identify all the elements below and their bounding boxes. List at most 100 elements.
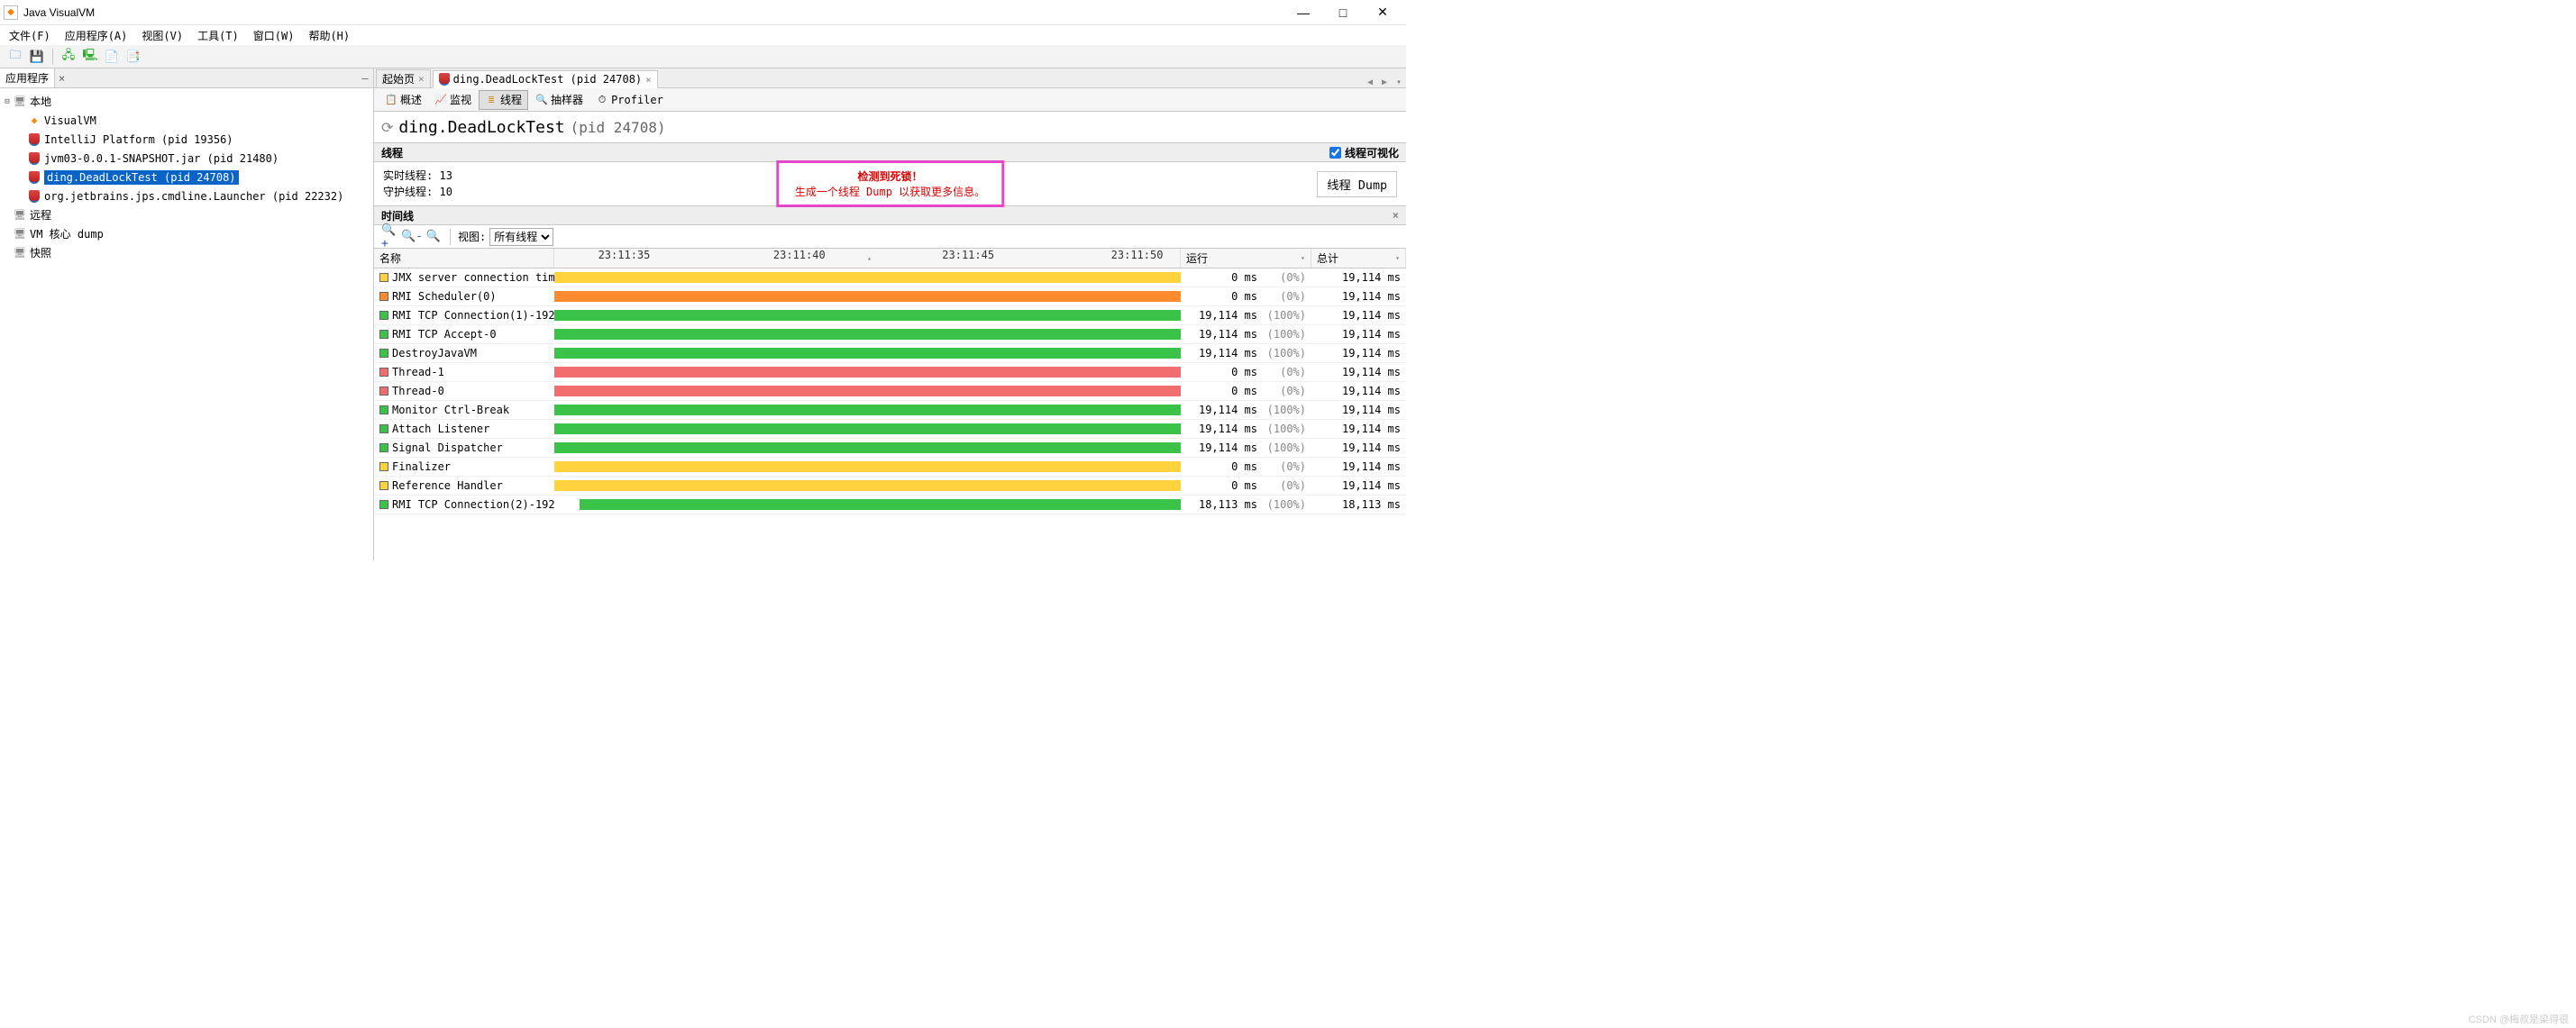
cell-run: 19,114 ms(100%)	[1181, 344, 1311, 362]
tab-scroll-right-icon[interactable]: ▶	[1377, 77, 1392, 87]
table-row[interactable]: DestroyJavaVM19,114 ms(100%)19,114 ms	[374, 344, 1406, 363]
run-pct: (0%)	[1263, 271, 1306, 284]
refresh-icon[interactable]: ⟳	[381, 119, 393, 136]
table-row[interactable]: Reference Handler0 ms(0%)19,114 ms	[374, 477, 1406, 496]
tree-item[interactable]: IntelliJ Platform (pid 19356)	[2, 130, 371, 149]
subtab-monitor[interactable]: 📈监视	[429, 90, 477, 110]
cell-name: Thread-0	[374, 382, 554, 400]
run-pct: (100%)	[1263, 498, 1306, 511]
table-row[interactable]: RMI Scheduler(0)0 ms(0%)19,114 ms	[374, 287, 1406, 306]
tree-root[interactable]: 🖥快照	[2, 243, 371, 262]
toolbar-open-icon[interactable]: 🗀	[5, 47, 25, 67]
window-close-button[interactable]: ✕	[1363, 1, 1402, 24]
table-row[interactable]: Signal Dispatcher19,114 ms(100%)19,114 m…	[374, 439, 1406, 458]
collapse-icon[interactable]: ⊟	[2, 97, 13, 106]
column-timeline[interactable]: ▴ 23:11:35 23:11:40 23:11:45 23:11:50	[554, 249, 1181, 268]
cell-total: 19,114 ms	[1311, 363, 1406, 381]
table-row[interactable]: RMI TCP Accept-019,114 ms(100%)19,114 ms	[374, 325, 1406, 344]
thread-name: RMI TCP Connection(1)-192.…	[392, 309, 554, 322]
column-run[interactable]: 运行 ▾	[1181, 249, 1311, 268]
thread-name: RMI TCP Connection(2)-192.…	[392, 498, 554, 511]
subtab-overview[interactable]: 📋概述	[379, 90, 427, 110]
tree-item[interactable]: ding.DeadLockTest (pid 24708)	[2, 168, 371, 186]
thread-state-swatch	[379, 405, 388, 414]
run-pct: (100%)	[1263, 309, 1306, 322]
cell-total: 19,114 ms	[1311, 325, 1406, 343]
tree-item[interactable]: ◆VisualVM	[2, 111, 371, 130]
applications-tree[interactable]: ⊟ 🖥 本地 ◆VisualVMIntelliJ Platform (pid 1…	[0, 88, 373, 560]
tab-close-icon[interactable]: ×	[645, 74, 652, 86]
menu-applications[interactable]: 应用程序(A)	[59, 26, 133, 45]
thread-name: Reference Handler	[392, 479, 503, 492]
table-row[interactable]: RMI TCP Connection(1)-192.…19,114 ms(100…	[374, 306, 1406, 325]
subtab-profiler[interactable]: ⏱Profiler	[590, 90, 669, 110]
applications-panel-minimize-icon[interactable]: —	[357, 72, 373, 85]
cell-timeline	[554, 325, 1181, 343]
cell-timeline	[554, 477, 1181, 495]
menu-file[interactable]: 文件(F)	[4, 26, 56, 45]
thread-state-bar	[554, 272, 1181, 283]
subtab-threads[interactable]: ≣线程	[479, 90, 528, 110]
run-ms: 19,114 ms	[1186, 404, 1257, 416]
menu-window[interactable]: 窗口(W)	[248, 26, 300, 45]
toolbar-add-remote-icon[interactable]: 🖧	[59, 47, 78, 67]
menu-tools[interactable]: 工具(T)	[192, 26, 244, 45]
thread-state-swatch	[379, 292, 388, 301]
visualvm-icon: ◆	[27, 114, 41, 128]
zoom-fit-icon[interactable]: 🔍	[425, 228, 443, 246]
column-name[interactable]: 名称	[374, 249, 554, 268]
tab-start-page[interactable]: 起始页 ×	[376, 69, 431, 87]
applications-panel-close-icon[interactable]: ×	[55, 72, 69, 85]
thread-dump-button[interactable]: 线程 Dump	[1317, 171, 1397, 197]
tree-root-label: VM 核心 dump	[30, 226, 104, 241]
cell-name: Thread-1	[374, 363, 554, 381]
cell-name: Attach Listener	[374, 420, 554, 438]
toolbar-add-jmx-icon[interactable]: 🖳	[80, 47, 100, 67]
cell-timeline	[554, 496, 1181, 514]
table-row[interactable]: Finalizer0 ms(0%)19,114 ms	[374, 458, 1406, 477]
threads-section-header: 线程 线程可视化	[374, 142, 1406, 162]
menu-view[interactable]: 视图(V)	[136, 26, 188, 45]
table-row[interactable]: Attach Listener19,114 ms(100%)19,114 ms	[374, 420, 1406, 439]
thread-state-bar	[554, 329, 1181, 340]
cell-total: 19,114 ms	[1311, 458, 1406, 476]
toolbar-separator	[450, 229, 451, 245]
tab-list-dropdown-icon[interactable]: ▾	[1392, 77, 1406, 87]
timeline-view-select[interactable]: 所有线程	[489, 228, 553, 246]
threads-counts: 实时线程: 13 守护线程: 10	[383, 168, 452, 200]
table-row[interactable]: Thread-10 ms(0%)19,114 ms	[374, 363, 1406, 382]
tree-item[interactable]: jvm03-0.0.1-SNAPSHOT.jar (pid 21480)	[2, 149, 371, 168]
subtab-sampler[interactable]: 🔍抽样器	[530, 90, 589, 110]
profiler-icon: ⏱	[596, 94, 608, 106]
toolbar-save-icon[interactable]: 💾	[27, 47, 47, 67]
tree-root[interactable]: 🖥VM 核心 dump	[2, 224, 371, 243]
table-row[interactable]: Thread-00 ms(0%)19,114 ms	[374, 382, 1406, 401]
window-minimize-button[interactable]: —	[1283, 1, 1323, 24]
tree-item[interactable]: org.jetbrains.jps.cmdline.Launcher (pid …	[2, 186, 371, 205]
tab-deadlocktest[interactable]: ding.DeadLockTest (pid 24708) ×	[433, 70, 658, 88]
table-row[interactable]: Monitor Ctrl-Break19,114 ms(100%)19,114 …	[374, 401, 1406, 420]
toolbar-add-snapshot-icon[interactable]: 📑	[123, 47, 143, 67]
table-row[interactable]: JMX server connection time…0 ms(0%)19,11…	[374, 268, 1406, 287]
table-row[interactable]: RMI TCP Connection(2)-192.…18,113 ms(100…	[374, 496, 1406, 514]
timeline-toolbar: 🔍+ 🔍- 🔍 视图: 所有线程	[374, 225, 1406, 249]
sort-indicator-icon: ▾	[1395, 254, 1400, 262]
toolbar-separator	[52, 49, 53, 65]
toolbar-add-coredump-icon[interactable]: 📄	[102, 47, 122, 67]
threads-visualize-checkbox[interactable]	[1329, 147, 1341, 159]
window-maximize-button[interactable]: □	[1323, 1, 1363, 24]
column-total[interactable]: 总计 ▾	[1311, 249, 1406, 268]
tree-root[interactable]: 🖥远程	[2, 205, 371, 224]
zoom-in-icon[interactable]: 🔍+	[381, 228, 399, 246]
section-close-icon[interactable]: ×	[1393, 209, 1399, 222]
thread-name: RMI TCP Accept-0	[392, 328, 497, 341]
timeline-section-label: 时间线	[381, 208, 414, 223]
zoom-out-icon[interactable]: 🔍-	[403, 228, 421, 246]
run-pct: (0%)	[1263, 479, 1306, 492]
tab-scroll-left-icon[interactable]: ◀	[1363, 77, 1377, 87]
cell-total: 19,114 ms	[1311, 382, 1406, 400]
menu-help[interactable]: 帮助(H)	[303, 26, 355, 45]
tab-close-icon[interactable]: ×	[418, 73, 425, 85]
tree-root-local[interactable]: ⊟ 🖥 本地	[2, 92, 371, 111]
run-pct: (0%)	[1263, 366, 1306, 378]
